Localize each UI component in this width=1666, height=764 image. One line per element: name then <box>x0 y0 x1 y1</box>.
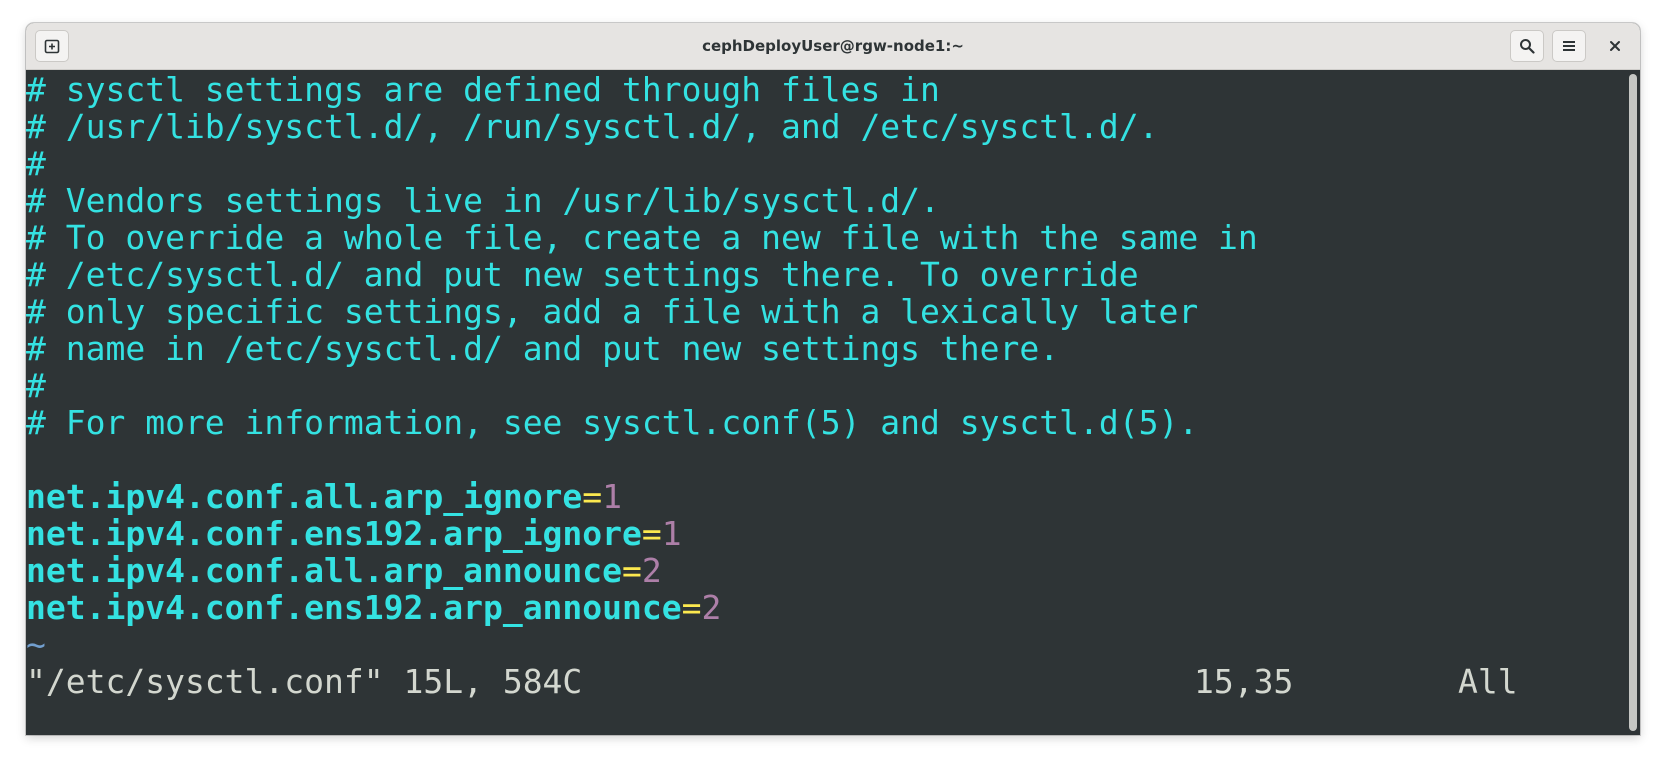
setting-key: net.ipv4.conf.ens192.arp_announce <box>26 588 682 627</box>
status-cursor-position: 15,35 <box>1194 662 1294 701</box>
comment-line: # name in /etc/sysctl.d/ and put new set… <box>26 329 1060 368</box>
scrollbar[interactable] <box>1626 70 1640 735</box>
comment-line: # /etc/sysctl.d/ and put new settings th… <box>26 255 1139 294</box>
status-scroll-position: All <box>1458 662 1518 701</box>
comment-line: # For more information, see sysctl.conf(… <box>26 403 1199 442</box>
setting-equals: = <box>622 551 642 590</box>
comment-line: # To override a whole file, create a new… <box>26 218 1258 257</box>
close-icon <box>1610 41 1620 51</box>
setting-value: 1 <box>661 514 682 553</box>
setting-key: net.ipv4.conf.all.arp_announce <box>26 551 623 590</box>
status-file-info: "/etc/sysctl.conf" 15L, 584C <box>26 662 583 701</box>
terminal-content[interactable]: # sysctl settings are defined through fi… <box>26 70 1626 735</box>
setting-line: net.ipv4.conf.ens192.arp_announce=2 <box>26 588 721 627</box>
close-button[interactable] <box>1598 30 1632 62</box>
comment-line: # <box>26 366 46 405</box>
setting-value: 1 <box>602 477 623 516</box>
new-tab-button[interactable] <box>35 30 69 62</box>
setting-key: net.ipv4.conf.all.arp_ignore <box>26 477 583 516</box>
comment-line: # only specific settings, add a file wit… <box>26 292 1199 331</box>
setting-value: 2 <box>701 588 722 627</box>
title-bar: cephDeployUser@rgw-node1:~ <box>26 23 1640 70</box>
setting-equals: = <box>681 588 702 627</box>
setting-key: net.ipv4.conf.ens192.arp_ignore <box>26 514 642 553</box>
terminal-window: cephDeployUser@rgw-node1:~ # sysctl sett… <box>26 23 1640 735</box>
setting-line: net.ipv4.conf.ens192.arp_ignore=1 <box>26 514 682 553</box>
comment-line: # Vendors settings live in /usr/lib/sysc… <box>26 181 940 220</box>
hamburger-menu-icon <box>1563 41 1575 51</box>
new-tab-icon <box>44 39 60 54</box>
scrollbar-thumb[interactable] <box>1629 74 1637 731</box>
setting-equals: = <box>641 514 662 553</box>
setting-value: 2 <box>641 551 662 590</box>
comment-line: # sysctl settings are defined through fi… <box>26 70 940 109</box>
setting-equals: = <box>582 477 603 516</box>
empty-line-tilde: ~ <box>26 625 46 664</box>
search-button[interactable] <box>1510 30 1544 62</box>
menu-button[interactable] <box>1552 30 1586 62</box>
setting-line: net.ipv4.conf.all.arp_announce=2 <box>26 551 662 590</box>
search-icon <box>1520 39 1535 54</box>
comment-line: # /usr/lib/sysctl.d/, /run/sysctl.d/, an… <box>26 107 1159 146</box>
setting-line: net.ipv4.conf.all.arp_ignore=1 <box>26 477 622 516</box>
comment-line: # <box>26 144 46 183</box>
window-title: cephDeployUser@rgw-node1:~ <box>702 37 964 55</box>
